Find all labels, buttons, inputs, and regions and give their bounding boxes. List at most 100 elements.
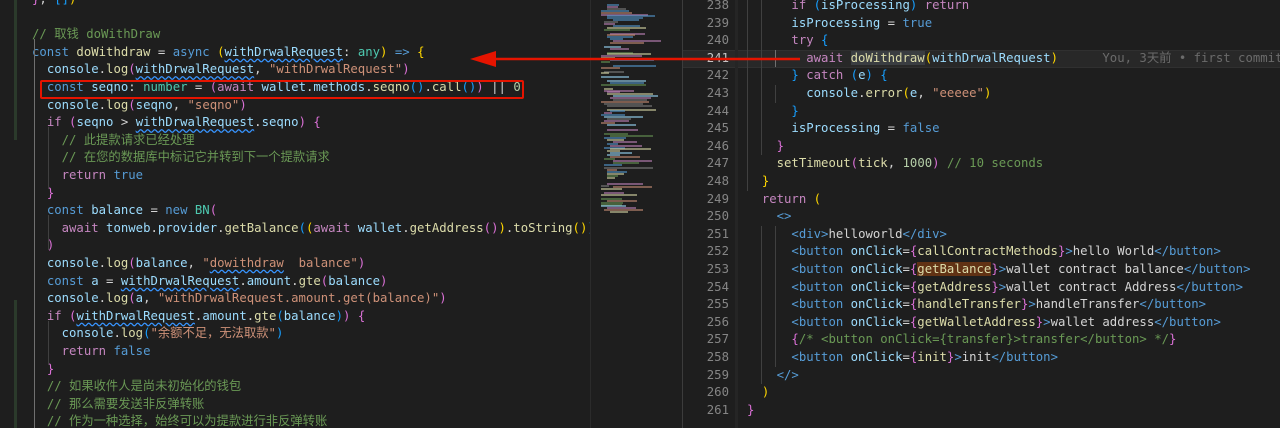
code-line[interactable]: console.log(a, "withDrwalRequest.amount.…: [32, 290, 447, 308]
code-token: // 此提款请求已经处理: [61, 132, 195, 147]
code-line[interactable]: <button onClick={init}>init</button>: [747, 349, 1058, 367]
code-line[interactable]: {/* <button onClick={transfer}>transfer<…: [747, 331, 1176, 349]
minimap-line: [610, 42, 644, 44]
code-token: callContractMethods: [917, 244, 1058, 259]
code-token: a: [135, 291, 144, 306]
code-line[interactable]: console.log(withDrwalRequest, "withDrwal…: [32, 61, 410, 79]
code-line[interactable]: console.error(e, "eeeee"): [747, 85, 991, 103]
code-line[interactable]: } catch (e) {: [747, 67, 887, 85]
code-token: .: [113, 326, 121, 341]
code-line[interactable]: return (: [747, 191, 821, 209]
code-line[interactable]: }: [747, 103, 798, 121]
code-line[interactable]: <button onClick={handleTransfer}>handleT…: [747, 296, 1206, 314]
code-line[interactable]: // 如果收件人是尚未初始化的钱包: [32, 378, 241, 396]
code-token: true: [113, 168, 144, 182]
code-line[interactable]: return false: [32, 343, 151, 361]
code-line[interactable]: // 作为一种选择，始终可以为提款进行非反弹转账: [32, 413, 327, 428]
code-token: provider: [157, 220, 218, 235]
minimap-line: [601, 76, 629, 79]
code-token: (: [209, 203, 218, 218]
code-line[interactable]: const doWithdraw = async (withDrwalReque…: [32, 44, 424, 62]
code-token: (: [850, 156, 859, 171]
code-line[interactable]: await doWithdraw(withDrwalRequest) You, …: [747, 50, 1280, 68]
code-token: withDrwalRequest: [76, 308, 195, 323]
code-line[interactable]: // 在您的数据库中标记它并转到下一个提款请求: [32, 149, 330, 167]
code-token: =: [880, 121, 903, 136]
code-token: return: [761, 191, 814, 206]
code-token: (: [276, 308, 284, 323]
code-token: ,: [187, 256, 203, 270]
code-line[interactable]: // 此提款请求已经处理: [32, 132, 195, 150]
code-line[interactable]: }: [747, 402, 754, 420]
code-line[interactable]: setTimeout(tick, 1000) // 10 seconds: [747, 155, 1044, 173]
code-token: {: [417, 44, 425, 59]
annotation-arrow: [470, 51, 800, 67]
code-token: // 那么需要发送非反弹转账: [46, 396, 205, 411]
code-token: amount: [202, 308, 247, 323]
code-line[interactable]: isProcessing = true: [747, 15, 932, 33]
code-line[interactable]: <button onClick={callContractMethods}>he…: [747, 243, 1220, 261]
code-line[interactable]: }: [32, 185, 54, 203]
code-token: "seqno": [187, 97, 240, 112]
line-number: 250: [706, 209, 729, 224]
code-line[interactable]: <button onClick={getAddress}>wallet cont…: [747, 279, 1243, 297]
code-token: dowithdraw: [209, 256, 284, 270]
code-line[interactable]: if (seqno > withDrwalRequest.seqno) {: [32, 114, 321, 132]
code-token: withDrwalRequest: [135, 115, 255, 130]
code-token: }: [991, 279, 999, 294]
code-line[interactable]: </>: [747, 367, 799, 385]
line-number: 252: [706, 244, 729, 259]
code-token: getAddress: [409, 220, 484, 235]
code-line[interactable]: }: [747, 173, 769, 191]
code-line[interactable]: const balance = new BN(: [32, 202, 217, 220]
code-line[interactable]: <div>helloworld</div>: [747, 226, 947, 244]
code-token: </button>: [1154, 314, 1221, 329]
code-token: log: [106, 291, 129, 306]
line-number: 251: [706, 226, 729, 241]
code-token: onClick: [850, 350, 903, 364]
code-line[interactable]: // 那么需要发送非反弹转账: [32, 396, 204, 414]
code-token: getBalance: [917, 262, 992, 276]
code-line[interactable]: console.log("余额不足，无法取款"): [32, 325, 284, 343]
code-token: wallet address: [1050, 314, 1155, 329]
code-line[interactable]: }: [747, 138, 784, 156]
code-token: setTimeout: [776, 156, 851, 171]
code-line[interactable]: }: [32, 361, 54, 379]
code-token: getBalance: [224, 220, 299, 235]
code-token: <button: [791, 262, 851, 276]
code-line[interactable]: }, []): [32, 0, 76, 9]
code-token: .: [217, 220, 225, 235]
code-line[interactable]: await tonweb.provider.getBalance((await …: [32, 220, 590, 238]
code-token: return: [61, 168, 114, 182]
code-token: any: [357, 44, 381, 59]
code-token: wallet contract ballance: [1006, 262, 1184, 276]
code-line[interactable]: console.log(balance, "dowithdraw balance…: [32, 255, 365, 273]
code-token: ): [402, 62, 410, 77]
code-line[interactable]: if (isProcessing) return: [747, 0, 969, 15]
code-token: console: [61, 326, 114, 341]
code-line[interactable]: isProcessing = false: [747, 120, 940, 138]
code-line[interactable]: console.log(seqno, "seqno"): [32, 97, 247, 115]
code-line[interactable]: const a = withDrwalRequest.amount.gte(ba…: [32, 273, 388, 291]
code-line[interactable]: // 取钱 doWithDraw: [32, 26, 160, 44]
code-token: ): [909, 0, 925, 12]
code-token: onClick: [850, 244, 903, 259]
code-token: =: [902, 262, 910, 276]
code-token: true: [902, 15, 933, 30]
indent-guide: [775, 85, 776, 103]
git-change-marker: [14, 300, 17, 428]
indent-guide: [48, 320, 49, 365]
code-token: false: [902, 121, 940, 136]
code-line[interactable]: ): [32, 237, 54, 255]
code-line[interactable]: <button onClick={getBalance}>wallet cont…: [747, 261, 1250, 279]
code-line[interactable]: if (withDrwalRequest.amount.gte(balance)…: [32, 308, 365, 326]
code-line[interactable]: <button onClick={getWalletAddress}>walle…: [747, 314, 1221, 332]
code-line[interactable]: ): [747, 384, 769, 402]
code-token: (: [217, 44, 225, 59]
code-line[interactable]: <>: [747, 208, 792, 226]
code-token: (: [128, 291, 136, 306]
